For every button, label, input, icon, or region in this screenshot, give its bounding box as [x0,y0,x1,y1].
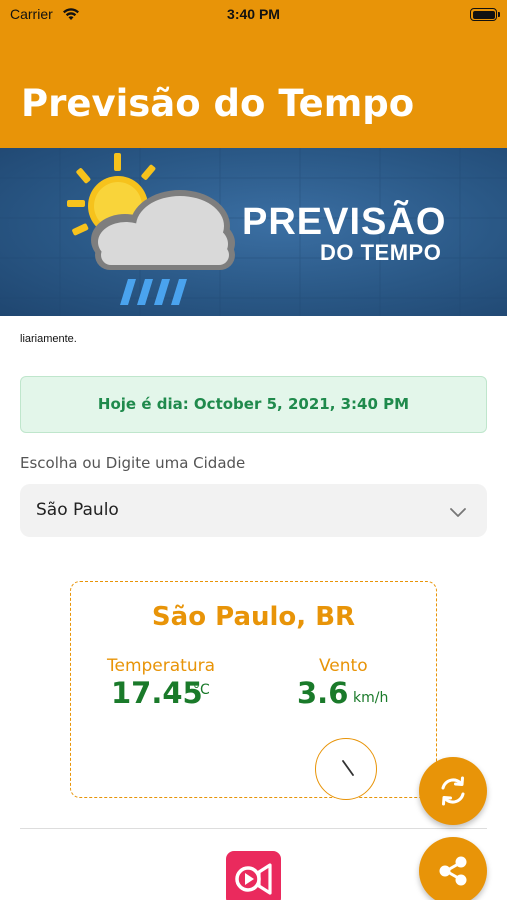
clock-label: 3:40 PM [227,6,280,22]
share-icon[interactable] [419,837,487,900]
battery-icon [470,8,500,21]
divider [20,828,487,829]
banner-title-line2: DO TEMPO [320,240,442,265]
temperature-value: 17.45 [111,676,203,710]
weather-card: São Paulo, BR Temperatura 17.45 °C Vento… [70,581,437,800]
city-select-value[interactable]: São Paulo [36,500,119,520]
wind-unit: km/h [353,690,389,706]
city-select[interactable]: São Paulo [20,484,487,537]
banner-title-line1: PREVISÃO [242,201,447,243]
refresh-icon[interactable] [419,757,487,825]
status-bar: Carrier 3:40 PM [0,0,507,30]
card-city-name: São Paulo, BR [151,602,356,632]
page-title: Previsão do Tempo [21,82,415,125]
intro-text: liariamente. [20,333,77,345]
wind-compass-icon [315,738,377,800]
wind-value: 3.6 [297,676,349,710]
app-logo[interactable] [226,851,281,900]
wind-label: Vento [319,656,368,676]
weather-banner: PREVISÃO DO TEMPO [0,148,507,316]
temperature-unit: °C [193,682,210,698]
share-button[interactable] [419,837,487,900]
refresh-button[interactable] [419,757,487,825]
date-alert: Hoje é dia: October 5, 2021, 3:40 PM [20,376,487,433]
date-text: Hoje é dia: October 5, 2021, 3:40 PM [97,395,410,413]
temperature-label: Temperatura [107,656,216,676]
chevron-down-icon[interactable] [449,503,467,522]
city-select-label: Escolha ou Digite uma Cidade [20,454,246,472]
app-header: Previsão do Tempo [0,30,507,148]
